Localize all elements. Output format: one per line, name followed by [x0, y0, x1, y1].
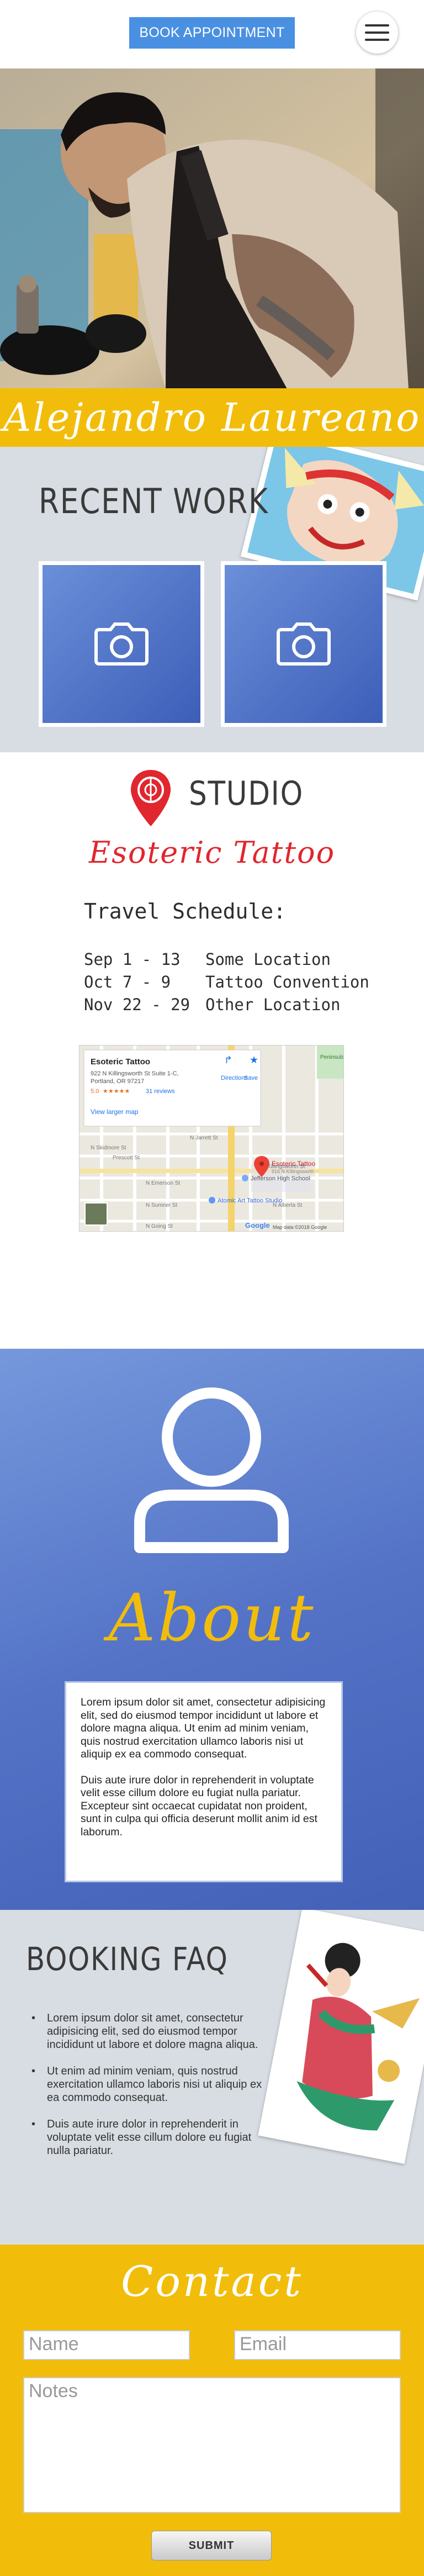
- studio-name: Esoteric Tattoo: [88, 835, 336, 870]
- about-paragraph: Lorem ipsum dolor sit amet, consectetur …: [81, 1696, 326, 1760]
- recent-work-section: RECENT WORK: [0, 447, 424, 752]
- photo-placeholder: [225, 565, 383, 723]
- travel-schedule-title: Travel Schedule:: [84, 899, 287, 923]
- booking-faq-title: BOOKING FAQ: [26, 1940, 229, 1978]
- site-header: BOOK APPOINTMENT: [0, 0, 424, 68]
- tattoo-flash-sticker: [258, 1910, 424, 2164]
- email-field[interactable]: Email: [234, 2330, 401, 2360]
- directions-icon[interactable]: ↱: [224, 1054, 232, 1065]
- map-canvas[interactable]: Esoteric Tattoo 922 N Killingsworth St S…: [80, 1046, 344, 1232]
- about-paragraph: Duis aute irure dolor in reprehenderit i…: [81, 1773, 317, 1838]
- recent-work-photo[interactable]: [39, 561, 204, 727]
- schedule-location: Some Location: [205, 950, 331, 969]
- map-poi-atomic: Atomic Art Tattoo Studio: [218, 1197, 282, 1204]
- map-satellite-thumb[interactable]: [84, 1202, 108, 1226]
- faq-item: Ut enim ad minim veniam, quis nostrud ex…: [31, 2065, 263, 2104]
- menu-bar: [365, 39, 389, 41]
- map-save-button[interactable]: Save: [244, 1075, 258, 1081]
- map-pin-label: Esoteric Tattoo: [272, 1160, 315, 1168]
- book-appointment-button[interactable]: BOOK APPOINTMENT: [129, 17, 295, 49]
- contact-title: Contact: [121, 2257, 303, 2306]
- recent-work-photo[interactable]: [221, 561, 386, 727]
- map-stars: ★★★★★: [103, 1088, 130, 1095]
- schedule-location: Other Location: [205, 995, 341, 1014]
- recent-work-title: RECENT WORK: [39, 481, 269, 521]
- faq-item: Duis aute irure dolor in reprehenderit i…: [31, 2118, 263, 2157]
- faq-list: Lorem ipsum dolor sit amet, consectetur …: [31, 2012, 263, 2171]
- booking-faq-section: BOOKING FAQ Lorem ipsum dolor sit amet, …: [0, 1910, 424, 2245]
- name-field[interactable]: Name: [23, 2330, 190, 2360]
- schedule-dates: Sep 1 - 13: [84, 950, 181, 969]
- schedule-location: Tattoo Convention: [205, 973, 369, 991]
- map-street-label: N Going St: [146, 1223, 173, 1229]
- photo-placeholder: [43, 565, 200, 723]
- map-rating: 5.0: [91, 1088, 99, 1095]
- map-address-line2: Portland, OR 97217: [91, 1078, 144, 1085]
- studio-title: STUDIO: [189, 774, 304, 813]
- map-place-name: Esoteric Tattoo: [91, 1057, 150, 1067]
- map-address-line1: 922 N Killingsworth St Suite 1-C,: [91, 1070, 179, 1077]
- location-pin-icon: [131, 770, 171, 826]
- schedule-row: Oct 7 - 9 Tattoo Convention: [84, 971, 369, 994]
- schedule-dates: Nov 22 - 29: [84, 995, 190, 1014]
- map-pin-sublabel: 916 N Killingsworth: [272, 1169, 314, 1174]
- camera-icon: [94, 622, 149, 666]
- notes-field[interactable]: Notes: [23, 2377, 401, 2513]
- submit-button[interactable]: SUBMIT: [151, 2531, 272, 2561]
- map-street-label: N Skidmore St: [91, 1145, 126, 1151]
- map-street-label: Prescott St: [113, 1155, 140, 1161]
- google-logo: Google: [245, 1221, 270, 1229]
- travel-schedule: Sep 1 - 13 Some Location Oct 7 - 9 Tattoo …: [84, 948, 369, 1016]
- studio-map[interactable]: Esoteric Tattoo 922 N Killingsworth St S…: [79, 1045, 344, 1232]
- save-star-icon[interactable]: ★: [250, 1054, 258, 1065]
- page: BOOK APPOINTMENT Alejandro Laureano RECE…: [0, 0, 424, 2576]
- studio-section: STUDIO Esoteric Tattoo Travel Schedule: …: [0, 752, 424, 1349]
- schedule-row: Sep 1 - 13 Some Location: [84, 948, 369, 971]
- about-text-card: Lorem ipsum dolor sit amet, consectetur …: [65, 1681, 343, 1882]
- map-street-label: N Emerson St: [146, 1180, 180, 1186]
- contact-section: Contact Name Email Notes SUBMIT: [0, 2245, 424, 2576]
- artist-name: Alejandro Laureano: [3, 395, 421, 440]
- schedule-row: Nov 22 - 29 Other Location: [84, 994, 369, 1016]
- map-attribution: Map data ©2018 Google: [273, 1224, 327, 1230]
- about-section: About Lorem ipsum dolor sit amet, consec…: [0, 1349, 424, 1910]
- map-street-label: N Jarrett St: [190, 1135, 218, 1141]
- tattoo-flash-art: [264, 1914, 424, 2158]
- poi-marker[interactable]: [242, 1175, 248, 1181]
- camera-icon: [277, 622, 331, 666]
- map-poi-jefferson: Jefferson High School: [251, 1175, 310, 1182]
- hamburger-menu-icon[interactable]: [356, 12, 398, 54]
- schedule-dates: Oct 7 - 9: [84, 973, 171, 991]
- map-reviews-link[interactable]: 31 reviews: [146, 1088, 175, 1095]
- view-larger-map-link[interactable]: View larger map: [91, 1108, 139, 1116]
- artist-name-banner: Alejandro Laureano: [0, 388, 424, 447]
- poi-marker[interactable]: [209, 1197, 215, 1203]
- tattoo-artist-photo: [0, 68, 424, 389]
- hero-photo: [0, 68, 424, 389]
- map-poi-park: Peninsula Park Rose Garden: [320, 1054, 344, 1060]
- map-street-label: N Sumner St: [146, 1202, 177, 1208]
- faq-item: Lorem ipsum dolor sit amet, consectetur …: [31, 2012, 263, 2051]
- menu-bar: [365, 24, 389, 27]
- user-avatar-icon: [134, 1387, 289, 1553]
- about-title: About: [108, 1580, 316, 1656]
- menu-bar: [365, 31, 389, 34]
